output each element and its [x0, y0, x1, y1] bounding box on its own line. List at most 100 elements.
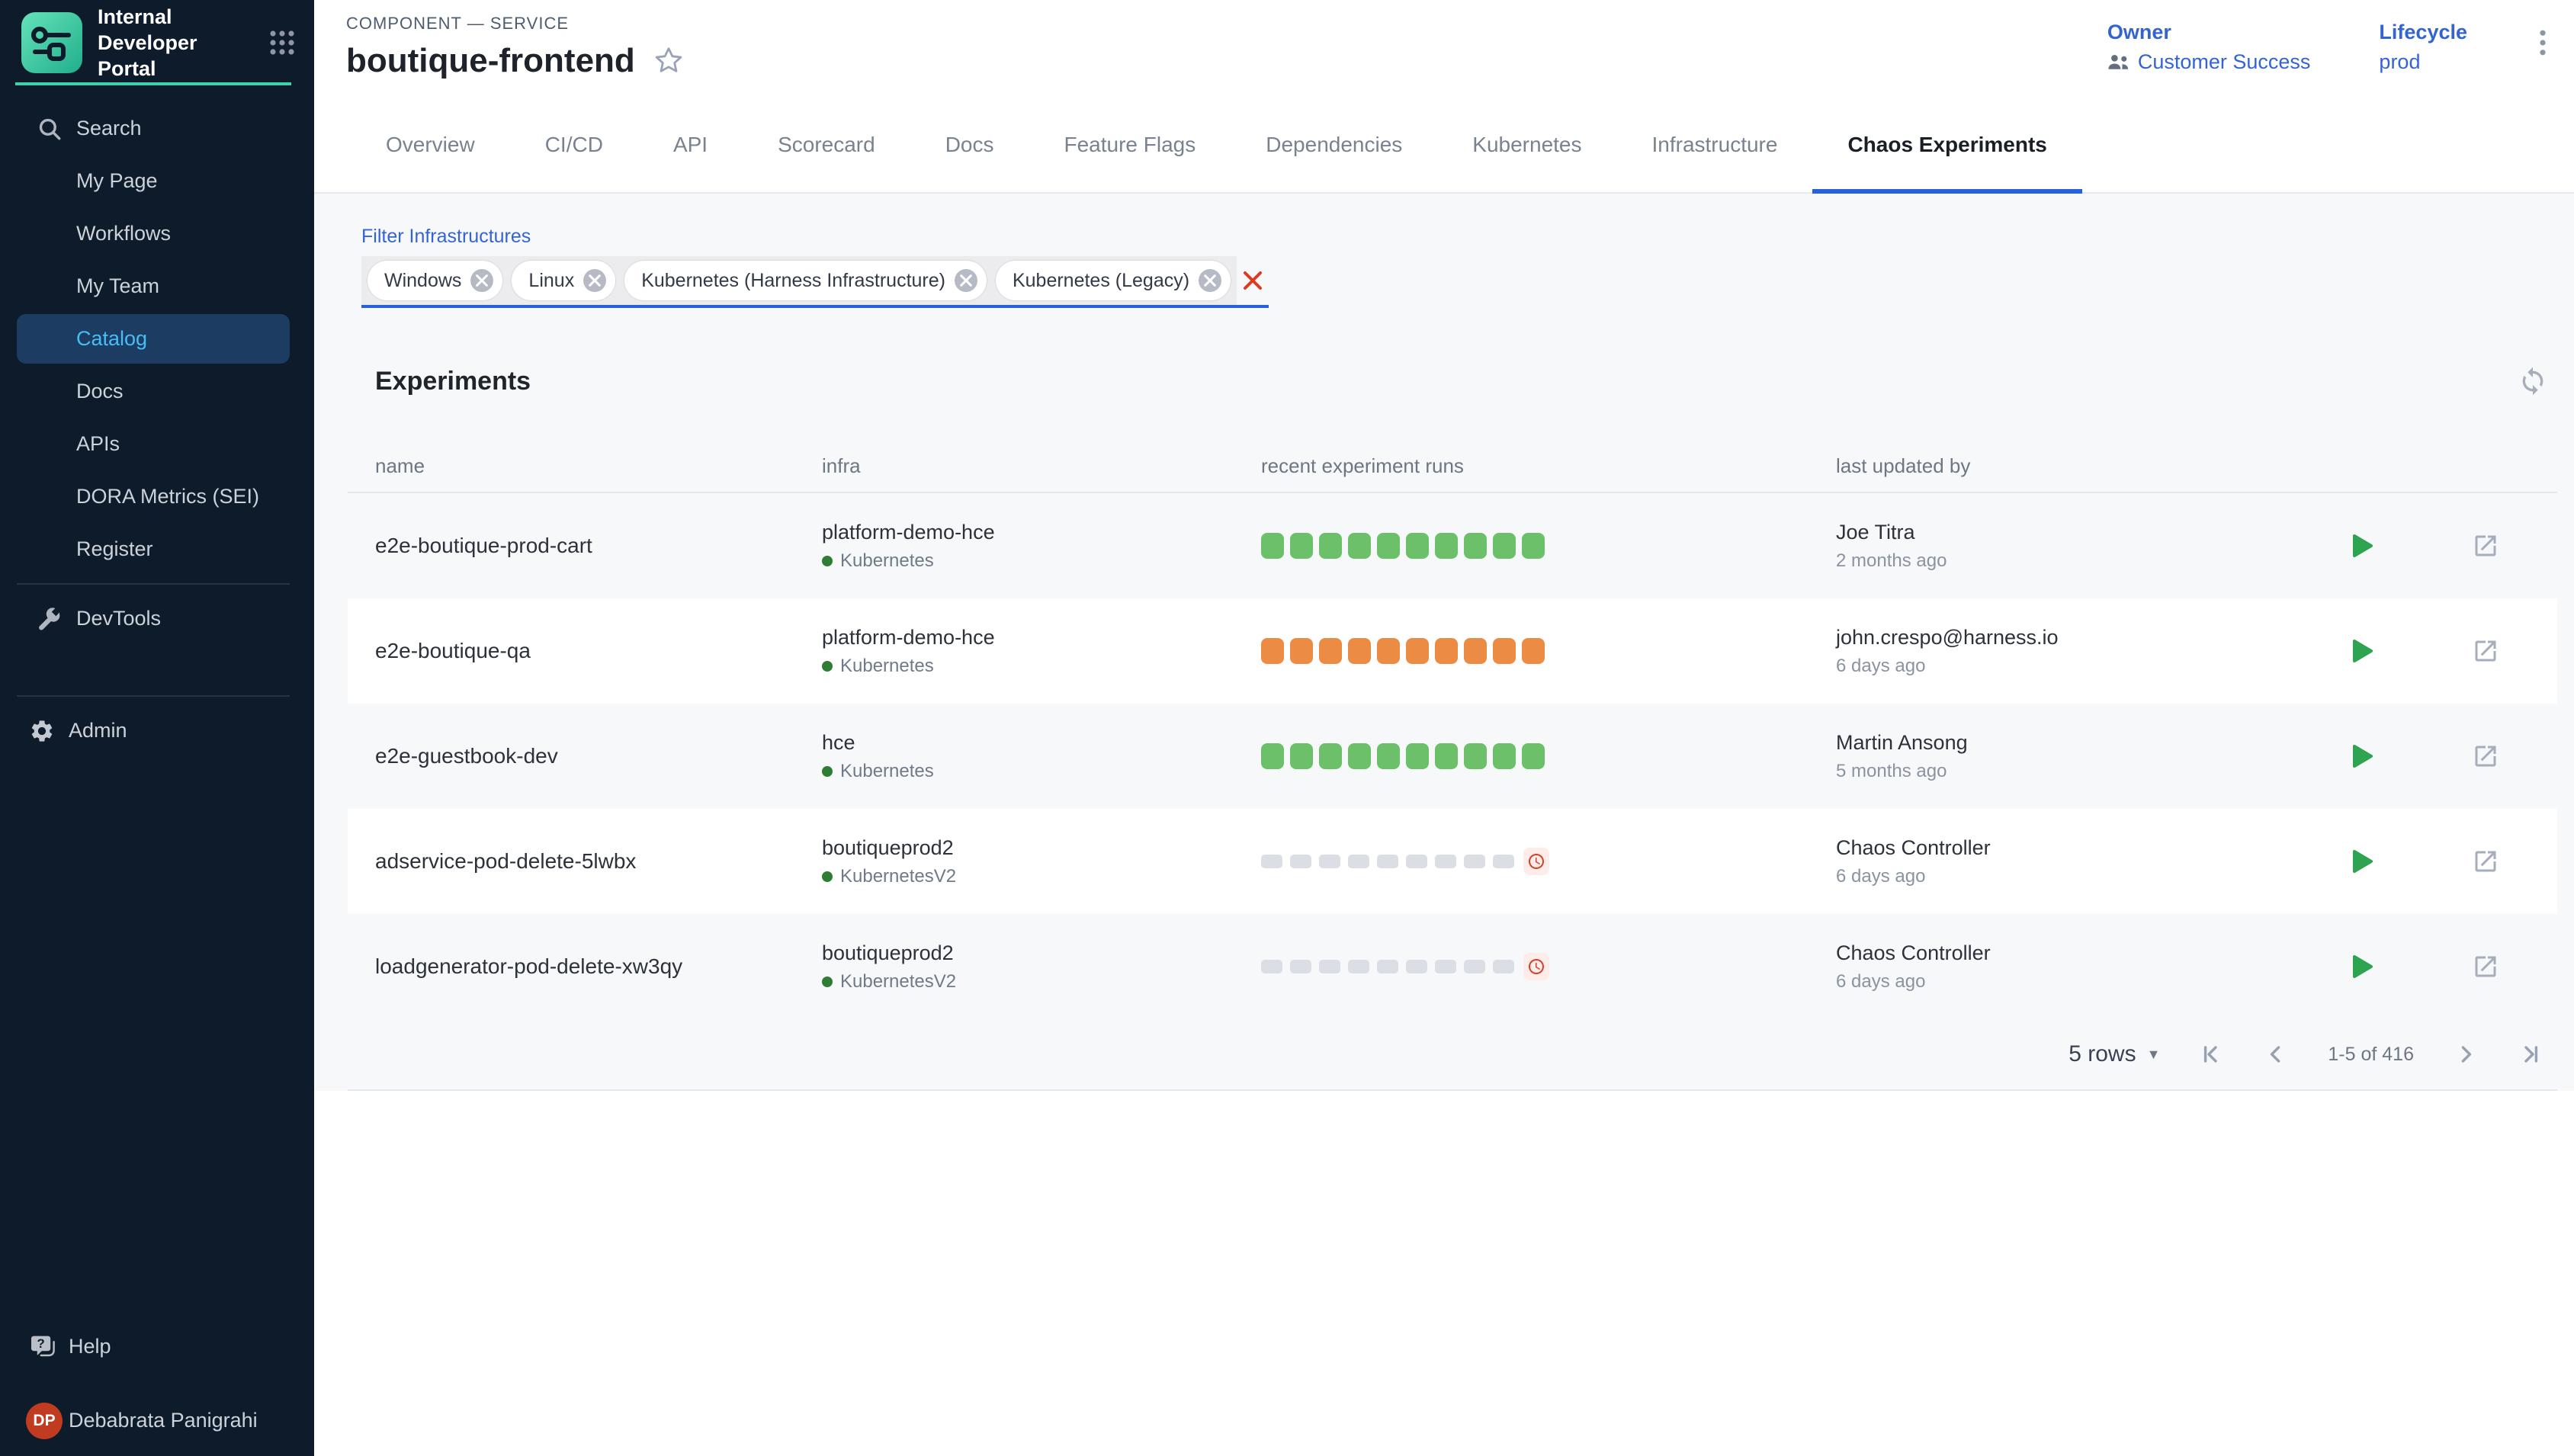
clear-filter-icon[interactable] — [1237, 256, 1269, 305]
run-bar-success — [1493, 533, 1516, 559]
gear-icon — [29, 718, 55, 744]
refresh-icon[interactable] — [2518, 366, 2548, 396]
table-body: e2e-boutique-prod-cartplatform-demo-hceK… — [348, 493, 2557, 1019]
sidebar-item-apis[interactable]: APIs — [0, 418, 314, 470]
open-experiment-launch-icon[interactable] — [2472, 532, 2499, 560]
chip-remove-icon[interactable] — [955, 269, 977, 292]
owner-link[interactable]: Customer Success — [2107, 49, 2311, 75]
tab-overview[interactable]: Overview — [351, 98, 510, 192]
tab-chaos-experiments[interactable]: Chaos Experiments — [1812, 98, 2081, 192]
run-bar-pending — [1464, 960, 1485, 973]
run-experiment-play-icon[interactable] — [2351, 533, 2374, 559]
sidebar: Internal Developer Portal SearchMy PageW… — [0, 0, 314, 1456]
open-experiment-launch-icon[interactable] — [2472, 953, 2499, 980]
run-experiment-play-icon[interactable] — [2351, 743, 2374, 769]
chip-label: Kubernetes (Legacy) — [1013, 270, 1189, 292]
row-actions — [2339, 953, 2557, 980]
tab-dependencies[interactable]: Dependencies — [1231, 98, 1437, 192]
run-bar-success — [1319, 743, 1342, 769]
help-label: Help — [69, 1335, 111, 1358]
experiment-name: e2e-boutique-prod-cart — [348, 534, 822, 558]
updated-at: 6 days ago — [1836, 866, 2339, 887]
sidebar-item-my-team[interactable]: My Team — [0, 260, 314, 313]
sidebar-item-label: My Team — [76, 274, 159, 298]
harness-idp-logo-icon — [21, 12, 82, 73]
run-bar-success — [1522, 533, 1545, 559]
first-page-button[interactable] — [2200, 1042, 2224, 1066]
run-experiment-play-icon[interactable] — [2351, 848, 2374, 874]
favorite-star-icon[interactable] — [653, 46, 684, 76]
run-bar-success — [1493, 743, 1516, 769]
tab-docs[interactable]: Docs — [910, 98, 1029, 192]
run-bar-pending — [1377, 960, 1398, 973]
sidebar-item-dora-metrics-sei[interactable]: DORA Metrics (SEI) — [0, 470, 314, 523]
chip-remove-icon[interactable] — [1199, 269, 1221, 292]
avatar: DP — [26, 1403, 63, 1439]
more-options-kebab-icon[interactable] — [2536, 26, 2550, 59]
recent-runs — [1261, 848, 1836, 875]
tab-feature-flags[interactable]: Feature Flags — [1029, 98, 1231, 192]
tab-kubernetes[interactable]: Kubernetes — [1437, 98, 1616, 192]
filter-input[interactable]: WindowsLinuxKubernetes (Harness Infrastr… — [361, 256, 1269, 308]
run-bar-warning — [1348, 638, 1371, 664]
chip-label: Linux — [528, 270, 574, 292]
sidebar-item-register[interactable]: Register — [0, 523, 314, 576]
tab-api[interactable]: API — [638, 98, 743, 192]
open-experiment-launch-icon[interactable] — [2472, 742, 2499, 770]
open-experiment-launch-icon[interactable] — [2472, 637, 2499, 665]
filter-chip-box[interactable]: WindowsLinuxKubernetes (Harness Infrastr… — [361, 256, 1237, 305]
sidebar-item-workflows[interactable]: Workflows — [0, 207, 314, 260]
infra-cell: platform-demo-hceKubernetes — [822, 520, 1261, 572]
help-button[interactable]: ? Help — [0, 1320, 314, 1373]
updated-by: Joe Titra — [1836, 520, 2339, 544]
page-range-label: 1-5 of 416 — [2328, 1044, 2414, 1066]
rows-per-page-select[interactable]: 5 rows ▼ — [2069, 1041, 2160, 1067]
infra-type: Kubernetes — [840, 761, 934, 782]
lifecycle-block: Lifecycle prod — [2379, 20, 2467, 75]
tab-scorecard[interactable]: Scorecard — [743, 98, 910, 192]
people-icon — [2107, 53, 2130, 71]
column-header-name: name — [348, 454, 822, 478]
infrastructure-filter: Filter Infrastructures WindowsLinuxKuber… — [361, 224, 2574, 308]
sidebar-item-admin[interactable]: Admin — [0, 704, 314, 757]
sidebar-item-my-page[interactable]: My Page — [0, 155, 314, 207]
user-menu[interactable]: DP Debabrata Panigrahi — [0, 1394, 314, 1447]
prev-page-button[interactable] — [2264, 1042, 2288, 1066]
next-page-button[interactable] — [2454, 1042, 2478, 1066]
sidebar-item-devtools[interactable]: DevTools — [0, 592, 314, 645]
sidebar-item-label: Admin — [69, 719, 127, 742]
updated-at: 6 days ago — [1836, 971, 2339, 993]
table-row: e2e-boutique-qaplatform-demo-hceKubernet… — [348, 598, 2557, 704]
run-bar-pending — [1348, 855, 1369, 868]
sidebar-item-label: My Page — [76, 169, 158, 193]
apps-grid-icon[interactable] — [268, 29, 296, 56]
run-bar-pending — [1493, 960, 1514, 973]
recent-runs — [1261, 743, 1836, 769]
infra-cell: hceKubernetes — [822, 730, 1261, 782]
run-bar-success — [1464, 533, 1487, 559]
sidebar-item-search[interactable]: Search — [0, 102, 314, 155]
sidebar-item-docs[interactable]: Docs — [0, 365, 314, 418]
open-experiment-launch-icon[interactable] — [2472, 848, 2499, 875]
svg-text:?: ? — [37, 1336, 44, 1351]
run-bar-warning — [1435, 638, 1458, 664]
run-experiment-play-icon[interactable] — [2351, 954, 2374, 980]
lifecycle-value: prod — [2379, 49, 2467, 75]
table-header: name infra recent experiment runs last u… — [348, 399, 2557, 493]
run-experiment-play-icon[interactable] — [2351, 638, 2374, 664]
tab-infrastructure[interactable]: Infrastructure — [1617, 98, 1813, 192]
chip-remove-icon[interactable] — [470, 269, 493, 292]
chip-remove-icon[interactable] — [583, 269, 606, 292]
status-dot — [822, 977, 833, 987]
table-row: loadgenerator-pod-delete-xw3qyboutiquepr… — [348, 914, 2557, 1019]
sidebar-item-label: Workflows — [76, 222, 171, 245]
tab-ci-cd[interactable]: CI/CD — [510, 98, 638, 192]
last-page-button[interactable] — [2518, 1042, 2542, 1066]
filter-label: Filter Infrastructures — [361, 224, 2574, 249]
sidebar-item-label: APIs — [76, 432, 120, 456]
sidebar-item-catalog[interactable]: Catalog — [17, 314, 290, 364]
run-bar-pending — [1435, 960, 1456, 973]
infra-cell: boutiqueprod2KubernetesV2 — [822, 835, 1261, 887]
run-bar-success — [1319, 533, 1342, 559]
run-bar-warning — [1406, 638, 1429, 664]
